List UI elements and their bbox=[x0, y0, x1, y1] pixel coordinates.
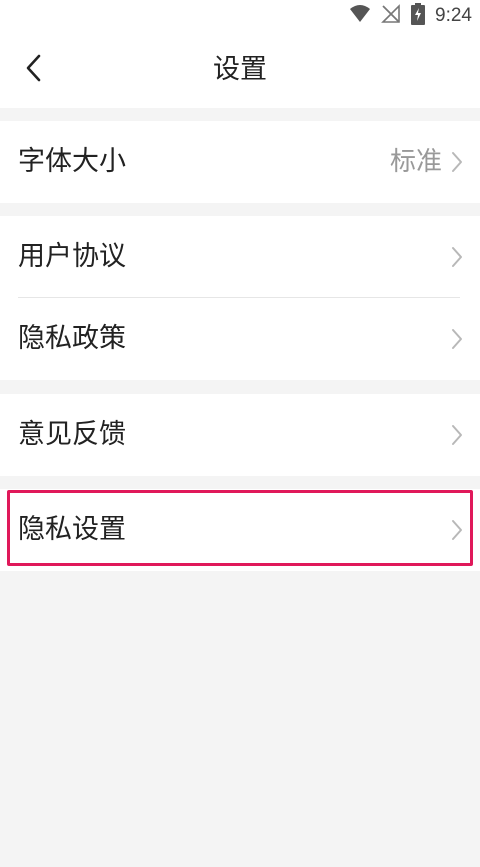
settings-item-label: 意见反馈 bbox=[18, 419, 126, 450]
chevron-right-icon bbox=[450, 327, 464, 351]
chevron-right-icon bbox=[450, 150, 464, 174]
chevron-right-icon bbox=[450, 518, 464, 542]
settings-item-label: 字体大小 bbox=[18, 146, 126, 177]
settings-group-feedback: 意见反馈 bbox=[0, 394, 480, 476]
settings-group-privacy: 隐私设置 bbox=[0, 489, 480, 571]
status-bar: 9:24 bbox=[0, 0, 480, 32]
settings-item-feedback[interactable]: 意见反馈 bbox=[0, 394, 480, 476]
battery-charging-icon bbox=[411, 3, 426, 29]
settings-item-value: 标准 bbox=[389, 147, 442, 177]
chevron-right-icon bbox=[450, 245, 464, 269]
settings-item-label: 用户协议 bbox=[18, 241, 126, 272]
settings-item-label: 隐私设置 bbox=[18, 514, 126, 545]
settings-item-font-size[interactable]: 字体大小 标准 bbox=[0, 121, 480, 203]
settings-item-label: 隐私政策 bbox=[18, 323, 126, 354]
status-icons: 9:24 bbox=[349, 3, 472, 29]
no-signal-icon bbox=[381, 4, 401, 28]
settings-group-font: 字体大小 标准 bbox=[0, 121, 480, 203]
settings-item-user-agreement[interactable]: 用户协议 bbox=[0, 216, 480, 298]
page-title: 设置 bbox=[213, 54, 267, 85]
settings-item-privacy-policy[interactable]: 隐私政策 bbox=[0, 298, 480, 380]
status-time: 9:24 bbox=[435, 5, 472, 26]
settings-group-legal: 用户协议 隐私政策 bbox=[0, 216, 480, 380]
settings-item-privacy-settings[interactable]: 隐私设置 bbox=[0, 489, 480, 571]
wifi-icon bbox=[349, 4, 371, 28]
header: 设置 bbox=[0, 32, 480, 108]
chevron-right-icon bbox=[450, 423, 464, 447]
